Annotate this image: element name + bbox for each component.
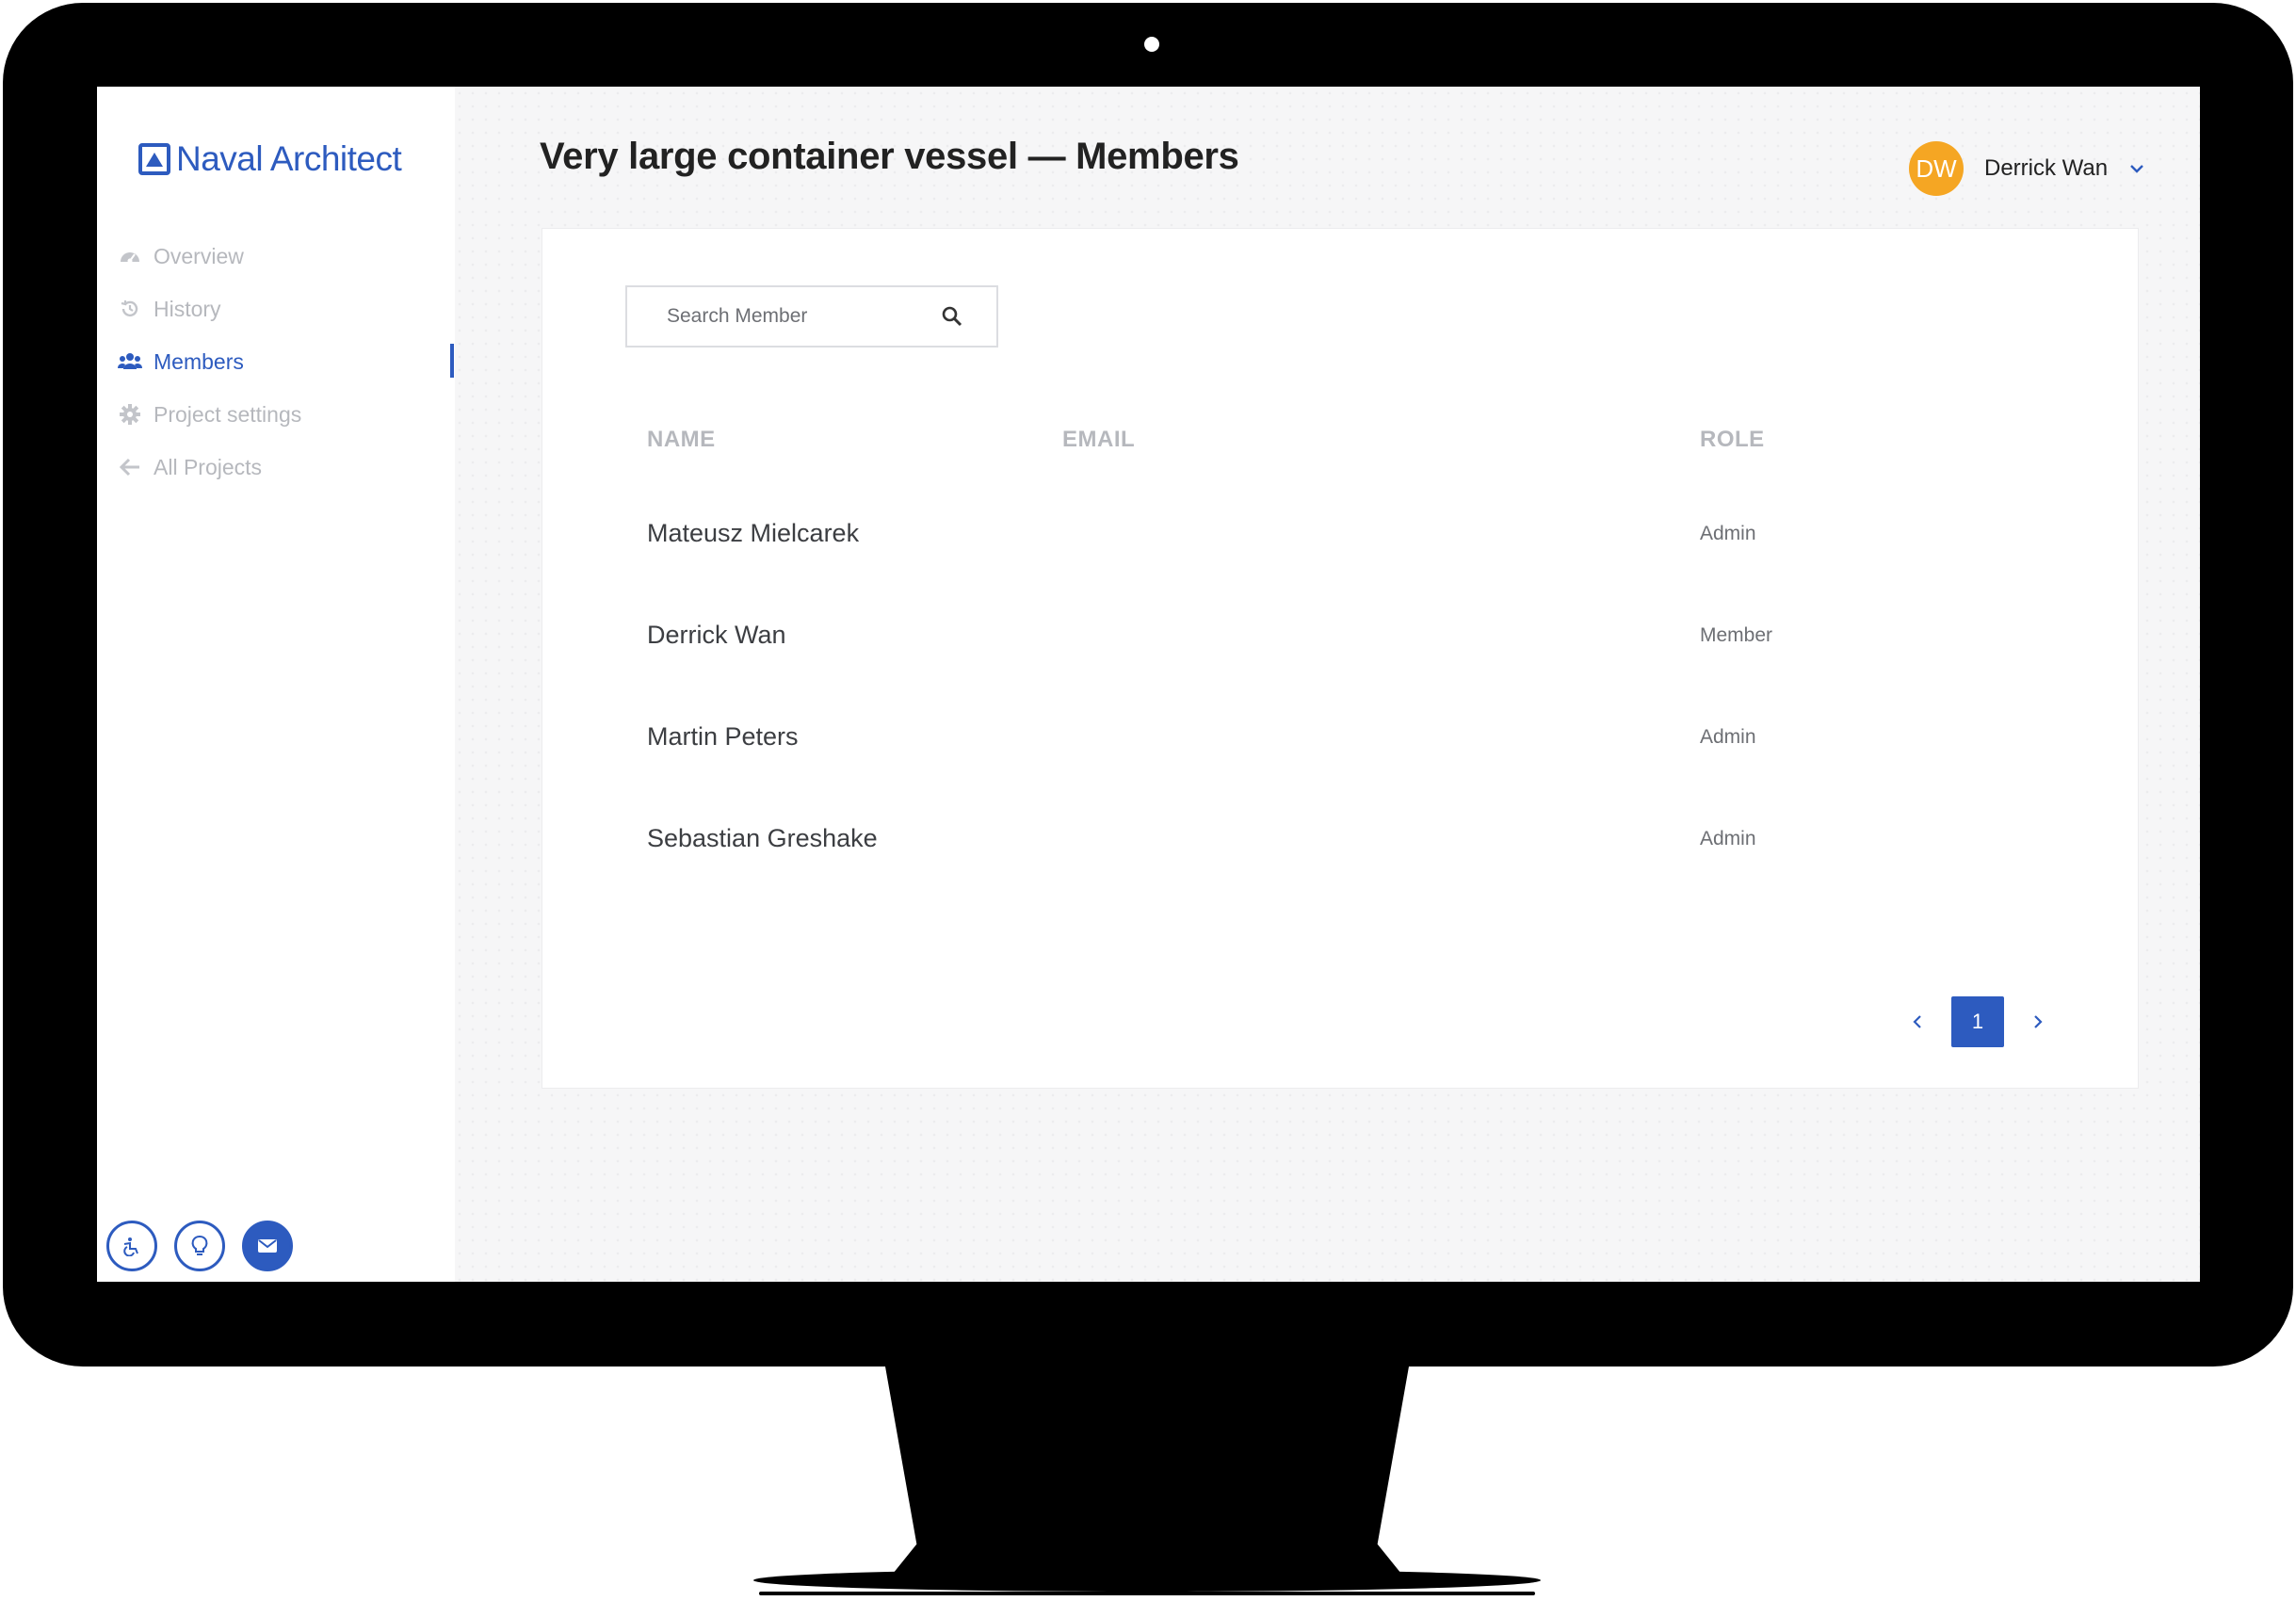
member-role: Admin: [1700, 828, 1756, 849]
users-icon: [118, 349, 142, 374]
user-menu[interactable]: DW Derrick Wan: [1909, 141, 2145, 196]
column-header-name[interactable]: NAME: [647, 427, 716, 453]
column-header-email[interactable]: EMAIL: [1062, 427, 1135, 453]
monitor-mockup: Naval Architect Overview History Members…: [0, 0, 2296, 1601]
page-button-current[interactable]: 1: [1951, 996, 2004, 1047]
sidebar-item-label: Members: [154, 348, 244, 374]
logo-icon: [138, 143, 170, 175]
member-name: Martin Peters: [647, 722, 799, 751]
chevron-down-icon: [2130, 165, 2143, 173]
monitor-stand-base: [753, 1569, 1541, 1592]
chevron-right-icon: [2034, 1015, 2043, 1028]
next-page-button[interactable]: [2019, 1003, 2057, 1041]
app-logo[interactable]: Naval Architect: [138, 139, 402, 179]
contact-button[interactable]: [242, 1221, 293, 1271]
sidebar-footer-actions: [106, 1221, 293, 1271]
sidebar-item-project-settings[interactable]: Project settings: [118, 388, 301, 441]
sidebar-item-label: All Projects: [154, 454, 263, 479]
accessibility-icon: [123, 1237, 138, 1256]
search-box: [625, 285, 998, 348]
sidebar-item-history[interactable]: History: [118, 283, 301, 335]
avatar: DW: [1909, 141, 1964, 196]
camera-dot: [1144, 37, 1159, 52]
pagination: 1: [1899, 996, 2057, 1047]
user-name: Derrick Wan: [1984, 155, 2109, 181]
table-row[interactable]: Derrick Wan Member: [542, 607, 2140, 664]
chevron-left-icon: [1913, 1015, 1921, 1028]
member-name: Sebastian Greshake: [647, 824, 878, 852]
sidebar-item-label: History: [154, 296, 221, 321]
member-role: Admin: [1700, 726, 1756, 748]
table-row[interactable]: Mateusz Mielcarek Admin: [542, 506, 2140, 562]
history-icon: [118, 297, 142, 321]
sidebar-active-indicator: [450, 344, 454, 378]
column-header-role[interactable]: ROLE: [1700, 427, 1765, 453]
table-row[interactable]: Martin Peters Admin: [542, 709, 2140, 766]
table-row[interactable]: Sebastian Greshake Admin: [542, 811, 2140, 867]
dashboard-icon: [118, 244, 142, 268]
member-name: Derrick Wan: [647, 621, 786, 649]
members-card: NAME EMAIL ROLE Mateusz Mielcarek Admin …: [542, 228, 2139, 1089]
member-role: Admin: [1700, 523, 1756, 544]
app-name: Naval Architect: [176, 139, 402, 178]
gear-icon: [118, 402, 142, 427]
monitor-stand-base-edge: [759, 1592, 1535, 1595]
member-role: Member: [1700, 624, 1773, 646]
previous-page-button[interactable]: [1899, 1003, 1936, 1041]
sidebar-item-label: Overview: [154, 243, 244, 268]
search-input[interactable]: [667, 305, 930, 328]
sidebar-nav: Overview History Members Project setting…: [118, 230, 301, 493]
ideas-button[interactable]: [174, 1221, 225, 1271]
search-icon[interactable]: [942, 306, 962, 327]
sidebar-item-members[interactable]: Members: [118, 335, 301, 388]
accessibility-button[interactable]: [106, 1221, 157, 1271]
sidebar-item-overview[interactable]: Overview: [118, 230, 301, 283]
sidebar-item-all-projects[interactable]: All Projects: [118, 441, 301, 493]
member-name: Mateusz Mielcarek: [647, 519, 860, 547]
arrow-left-icon: [118, 455, 142, 479]
sidebar-item-label: Project settings: [154, 401, 302, 427]
monitor-stand-neck: [885, 1367, 1409, 1583]
lightbulb-icon: [191, 1236, 208, 1255]
sidebar: Naval Architect Overview History Members…: [97, 87, 455, 1282]
page-title: Very large container vessel — Members: [540, 136, 1239, 177]
mail-icon: [258, 1239, 277, 1253]
app-screen: Naval Architect Overview History Members…: [97, 87, 2200, 1282]
